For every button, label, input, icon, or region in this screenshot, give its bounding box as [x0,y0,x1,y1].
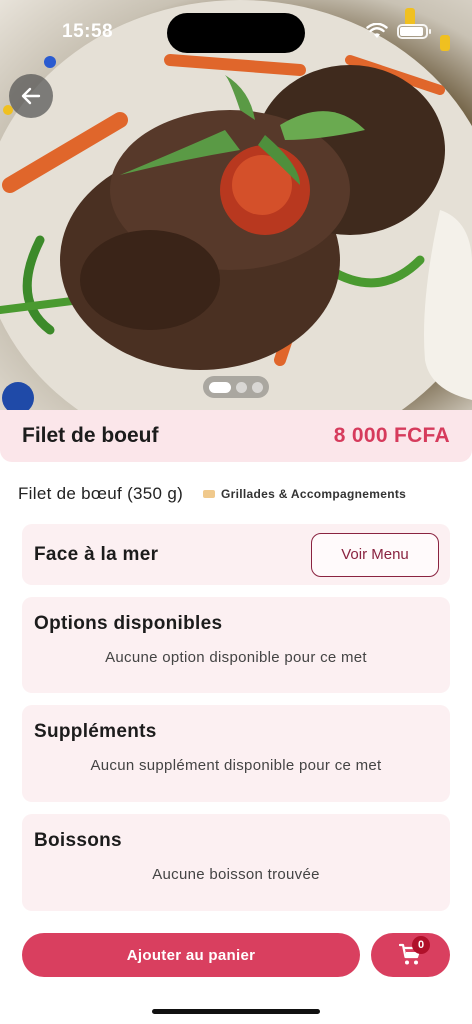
category-icon [203,490,216,498]
dynamic-island [167,13,305,53]
options-section: Options disponibles Aucune option dispon… [22,597,450,693]
status-time: 15:58 [62,21,114,42]
status-bar: 15:58 [0,0,472,60]
cart-count-badge: 0 [412,936,430,954]
dish-price: 8 000 FCFA [333,424,450,447]
supplements-empty-text: Aucun supplément disponible pour ce met [90,757,382,774]
battery-icon [397,24,431,39]
supplements-section: Suppléments Aucun supplément disponible … [22,705,450,802]
view-menu-button[interactable]: Voir Menu [311,532,439,577]
supplements-title: Suppléments [34,721,157,742]
carousel-dot[interactable] [236,381,247,393]
drinks-empty-text: Aucune boisson trouvée [152,866,320,883]
back-button[interactable] [9,74,53,118]
home-indicator [152,1009,320,1014]
dish-photo[interactable] [0,0,472,410]
carousel-indicator [203,376,269,398]
add-to-cart-button[interactable]: Ajouter au panier [22,933,360,977]
dish-photo-illustration [0,0,472,410]
dish-header: Filet de boeuf 8 000 FCFA [0,410,472,462]
dish-category-label: Grillades & Accompagnements [221,487,407,501]
options-title: Options disponibles [34,613,223,634]
dish-meta: Filet de bœuf (350 g) Grillades & Accomp… [18,482,458,506]
options-empty-text: Aucune option disponible pour ce met [105,649,367,666]
cart-button[interactable]: 0 [371,933,450,977]
restaurant-card: Face à la mer Voir Menu [22,524,450,585]
carousel-dot-active[interactable] [209,381,231,393]
wifi-icon [366,23,388,38]
dish-title: Filet de boeuf [22,424,159,447]
dish-description: Filet de bœuf (350 g) [18,484,184,503]
restaurant-name: Face à la mer [34,543,159,565]
drinks-section: Boissons Aucune boisson trouvée [22,814,450,911]
dish-category: Grillades & Accompagnements [203,487,406,501]
arrow-left-icon [21,87,41,105]
drinks-title: Boissons [34,830,122,851]
carousel-dot[interactable] [252,381,263,393]
